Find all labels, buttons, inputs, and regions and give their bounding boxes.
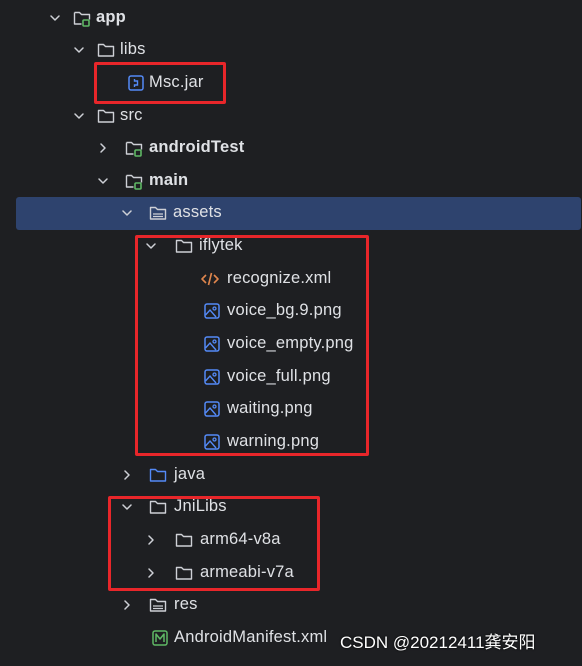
tree-item-label: app (96, 8, 126, 26)
tree-row-androidtest[interactable]: androidTest (0, 132, 582, 165)
highlight-box-msc-jar (94, 62, 226, 104)
tree-row-res[interactable]: res (0, 589, 582, 622)
chevron-down-icon[interactable] (96, 174, 110, 188)
highlight-box-iflytek (135, 235, 369, 456)
chevron-right-icon[interactable] (120, 598, 134, 612)
module-folder-icon (124, 138, 144, 158)
tree-row-java[interactable]: java (0, 459, 582, 492)
folder-icon (96, 106, 116, 126)
chevron-down-icon[interactable] (48, 11, 62, 25)
tree-row-assets[interactable]: assets (16, 197, 581, 230)
tree-row-main[interactable]: main (0, 165, 582, 198)
partially-visible-row (0, 654, 582, 666)
tree-item-label: libs (120, 40, 146, 58)
tree-item-label: assets (173, 203, 222, 221)
module-folder-icon (72, 8, 92, 28)
chevron-right-icon[interactable] (96, 141, 110, 155)
module-folder-icon (124, 171, 144, 191)
manifest-file-icon (150, 628, 170, 648)
tree-row-src[interactable]: src (0, 100, 582, 133)
watermark-text: CSDN @20212411龚安阳 (340, 633, 536, 652)
chevron-right-icon[interactable] (120, 468, 134, 482)
tree-item-label: src (120, 106, 143, 124)
chevron-down-icon[interactable] (120, 206, 134, 220)
tree-row-app[interactable]: app (0, 2, 582, 35)
source-folder-icon (148, 465, 168, 485)
tree-item-label: java (174, 465, 206, 483)
chevron-down-icon[interactable] (72, 109, 86, 123)
tree-row-libs[interactable]: libs (0, 34, 582, 67)
highlight-box-jnilibs (108, 496, 320, 591)
tree-item-label: AndroidManifest.xml (174, 628, 328, 646)
tree-item-label: res (174, 595, 198, 613)
folder-icon (96, 40, 116, 60)
tree-row-msc-jar[interactable]: Msc.jar (0, 67, 582, 100)
resource-folder-icon (148, 595, 168, 615)
project-tree: app libs Msc.jar src androidTest main assets if… (0, 0, 582, 664)
tree-item-label: main (149, 171, 189, 189)
chevron-down-icon[interactable] (72, 43, 86, 57)
tree-item-label: androidTest (149, 138, 245, 156)
resource-folder-icon (148, 203, 168, 223)
